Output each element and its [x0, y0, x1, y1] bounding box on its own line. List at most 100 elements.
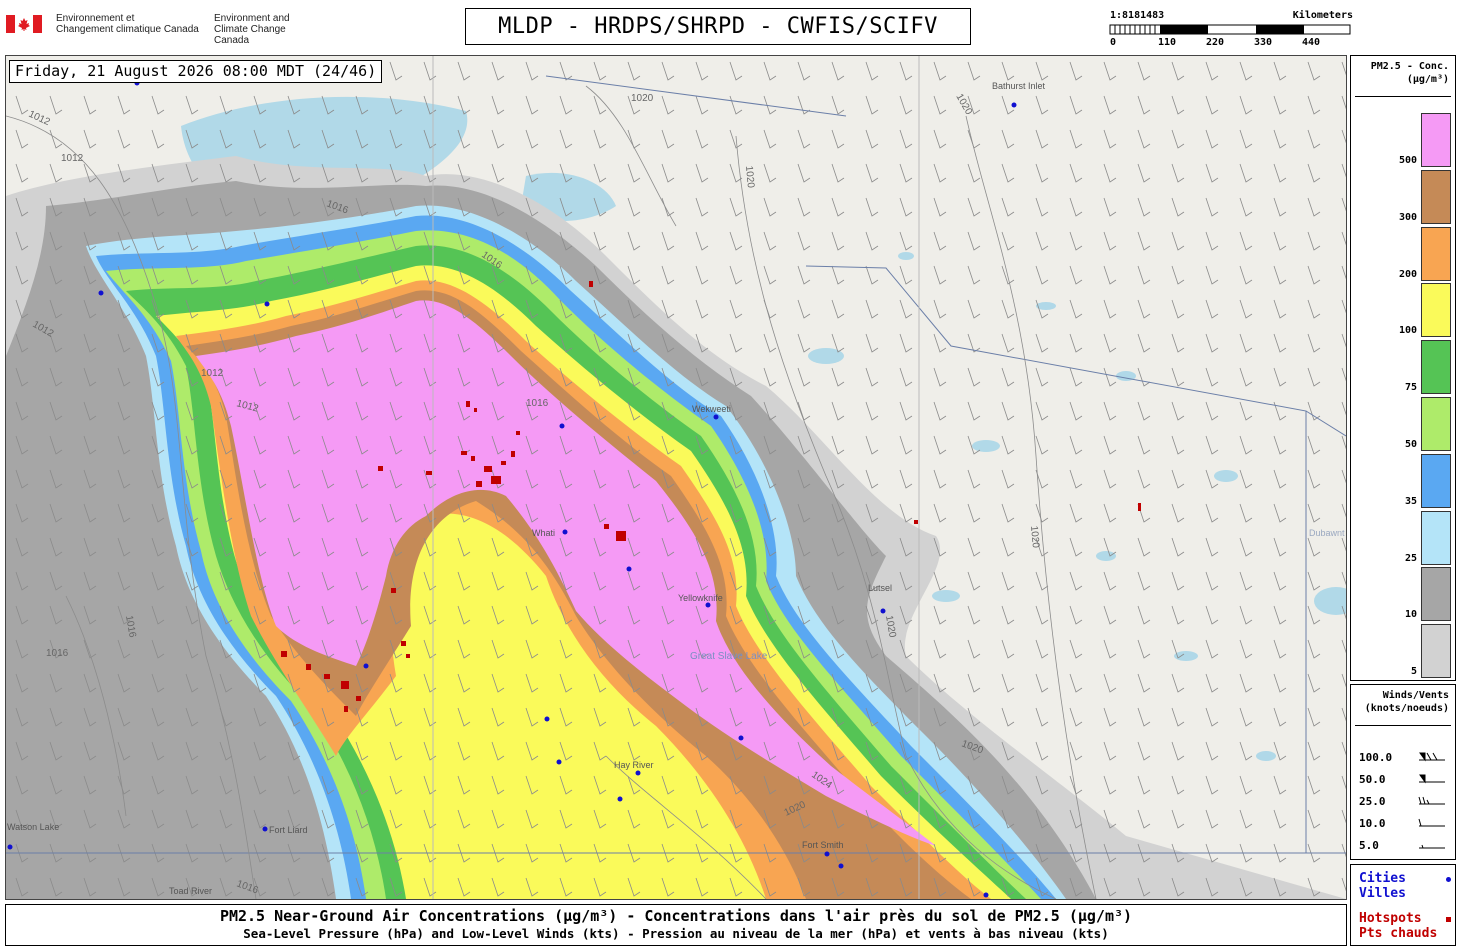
place-label: Fort Smith: [802, 840, 844, 850]
wind-barb-icon: [1419, 844, 1445, 849]
wind-row-25: 25.0: [1359, 795, 1451, 809]
wind-title-line1: Winds/Vents: [1382, 690, 1449, 701]
place-label: Hay River: [614, 760, 654, 770]
main-title: MLDP - HRDPS/SHRPD - CWFIS/SCIFV: [465, 8, 971, 45]
legend-swatch-label: 300: [1398, 211, 1417, 223]
legend-swatch: [1421, 510, 1451, 565]
wind-speed-label: 50.0: [1359, 773, 1386, 786]
forecast-datetime: Friday, 21 August 2026 08:00 MDT (24/46): [9, 60, 383, 83]
legend-swatch: [1421, 283, 1451, 338]
map-canvas[interactable]: 1012 1012 1012 1012 1012 1016 1016 1016 …: [6, 56, 1346, 899]
legend-swatch-label: 75: [1404, 382, 1417, 394]
isobar-label: 1016: [46, 648, 69, 659]
legend-title-line1: PM2.5 - Conc.: [1370, 61, 1449, 72]
isobar-label: 1020: [1028, 525, 1041, 549]
wind-row-100: 100.0: [1359, 751, 1451, 765]
legend-swatch-label: 50: [1404, 439, 1417, 450]
villes-label: Villes: [1359, 886, 1406, 901]
city-marker: [824, 851, 830, 857]
city-marker: [838, 863, 844, 869]
place-label: Wekweeti: [692, 404, 731, 414]
wind-barb-icon: [1418, 796, 1445, 805]
place-label: Whati: [532, 528, 555, 538]
legend-swatch: [1421, 226, 1451, 281]
legend-divider: [1355, 96, 1451, 97]
wind-speed-label: 10.0: [1359, 817, 1386, 830]
gov-name-en: Environment and Climate Change Canada: [214, 13, 306, 46]
legend-swatch-label: 10: [1404, 609, 1417, 621]
wind-barb-icon: [1419, 752, 1445, 762]
cities-legend-row: Cities Villes: [1359, 871, 1451, 901]
scale-tick-0: 0: [1110, 37, 1117, 48]
place-label: Dubawnt Lake: [1309, 528, 1346, 538]
gov-fr-line2: Changement climatique Canada: [56, 24, 199, 35]
wind-barbs: [6, 56, 1346, 899]
city-marker: [556, 759, 562, 765]
canada-flag-icon: [6, 15, 42, 33]
place-label: Yellowknife: [678, 593, 723, 603]
place-label: Bathurst Inlet: [992, 81, 1046, 91]
isobar-label: 1020: [743, 165, 756, 189]
city-marker: [262, 826, 268, 832]
place-label: Fort Liard: [269, 825, 308, 835]
wind-row-10: 10.0: [1359, 817, 1451, 831]
city-marker: [7, 844, 13, 850]
city-marker: [713, 414, 719, 420]
legend-swatch: [1421, 340, 1451, 395]
footer-title: PM2.5 Near-Ground Air Concentrations (µg…: [219, 907, 1133, 925]
wind-barb-icon: [1419, 774, 1445, 784]
hotspot-square-icon: [1446, 917, 1451, 922]
wind-title-line2: (knots/noeuds): [1364, 703, 1449, 714]
legend-title-line2: (µg/m³): [1406, 74, 1449, 85]
isobar-label: 1020: [631, 93, 654, 104]
legend-swatch-label: 5: [1410, 666, 1417, 678]
city-marker: [635, 770, 641, 776]
scale-ratio: 1:8181483: [1110, 10, 1165, 21]
concentration-legend: PM2.5 - Conc. (µg/m³) 500 300 200 100 75 50 35…: [1350, 55, 1456, 681]
legend-swatch: [1421, 169, 1451, 224]
scale-tick-2: 220: [1206, 37, 1225, 48]
gov-en-line1: Environment and: [214, 13, 290, 24]
legend-swatch: [1421, 113, 1451, 167]
wind-speed-label: 5.0: [1359, 839, 1379, 852]
hotspots-legend-row: Hotspots Pts chauds: [1359, 911, 1451, 941]
wind-legend-title: Winds/Vents (knots/noeuds): [1351, 685, 1455, 715]
map-view[interactable]: 1012 1012 1012 1012 1012 1016 1016 1016 …: [5, 55, 1347, 900]
city-marker: [617, 796, 623, 802]
legend-swatch-label: 200: [1398, 268, 1417, 280]
city-marker: [98, 290, 104, 296]
legend-swatch: [1421, 453, 1451, 508]
city-marker: [264, 301, 270, 307]
city-marker: [880, 608, 886, 614]
wind-speed-label: 25.0: [1359, 795, 1386, 808]
isobar-label: 1016: [526, 398, 549, 409]
city-marker: [1011, 102, 1017, 108]
city-marker: [559, 423, 565, 429]
city-dot-icon: [1446, 877, 1451, 882]
place-label: Great Slave Lake: [690, 651, 768, 662]
scale-unit: Kilometers: [1292, 10, 1353, 21]
cities-label: Cities: [1359, 871, 1406, 886]
place-label: Watson Lake: [7, 822, 59, 832]
footer-subtitle: Sea-Level Pressure (hPa) and Low-Level W…: [243, 926, 1109, 941]
pts-chauds-label: Pts chauds: [1359, 926, 1438, 941]
hotspots-label: Hotspots: [1359, 911, 1422, 926]
city-marker: [363, 663, 369, 669]
city-marker: [544, 716, 550, 722]
isobar-label: 1012: [61, 153, 84, 164]
place-label: Toad River: [169, 886, 212, 896]
government-logo: Environnement et Changement climatique C…: [6, 12, 306, 46]
wind-legend-divider: [1355, 725, 1451, 726]
symbols-legend: Cities Villes Hotspots Pts chauds: [1350, 864, 1456, 946]
gov-name-fr: Environnement et Changement climatique C…: [56, 13, 199, 35]
scale-bar-graphic: [1109, 24, 1351, 35]
city-marker: [562, 529, 568, 535]
footer: PM2.5 Near-Ground Air Concentrations (µg…: [5, 904, 1347, 946]
legend-swatch: [1421, 567, 1451, 622]
place-label: Lutsel: [868, 583, 892, 593]
scale-bar: 1:8181483 Kilometers 0 110 220 330 440: [1108, 10, 1353, 50]
gov-fr-line1: Environnement et: [56, 13, 135, 24]
scale-tick-4: 440: [1302, 37, 1321, 48]
wind-speed-label: 100.0: [1359, 751, 1393, 764]
scale-tick-3: 330: [1254, 37, 1273, 48]
